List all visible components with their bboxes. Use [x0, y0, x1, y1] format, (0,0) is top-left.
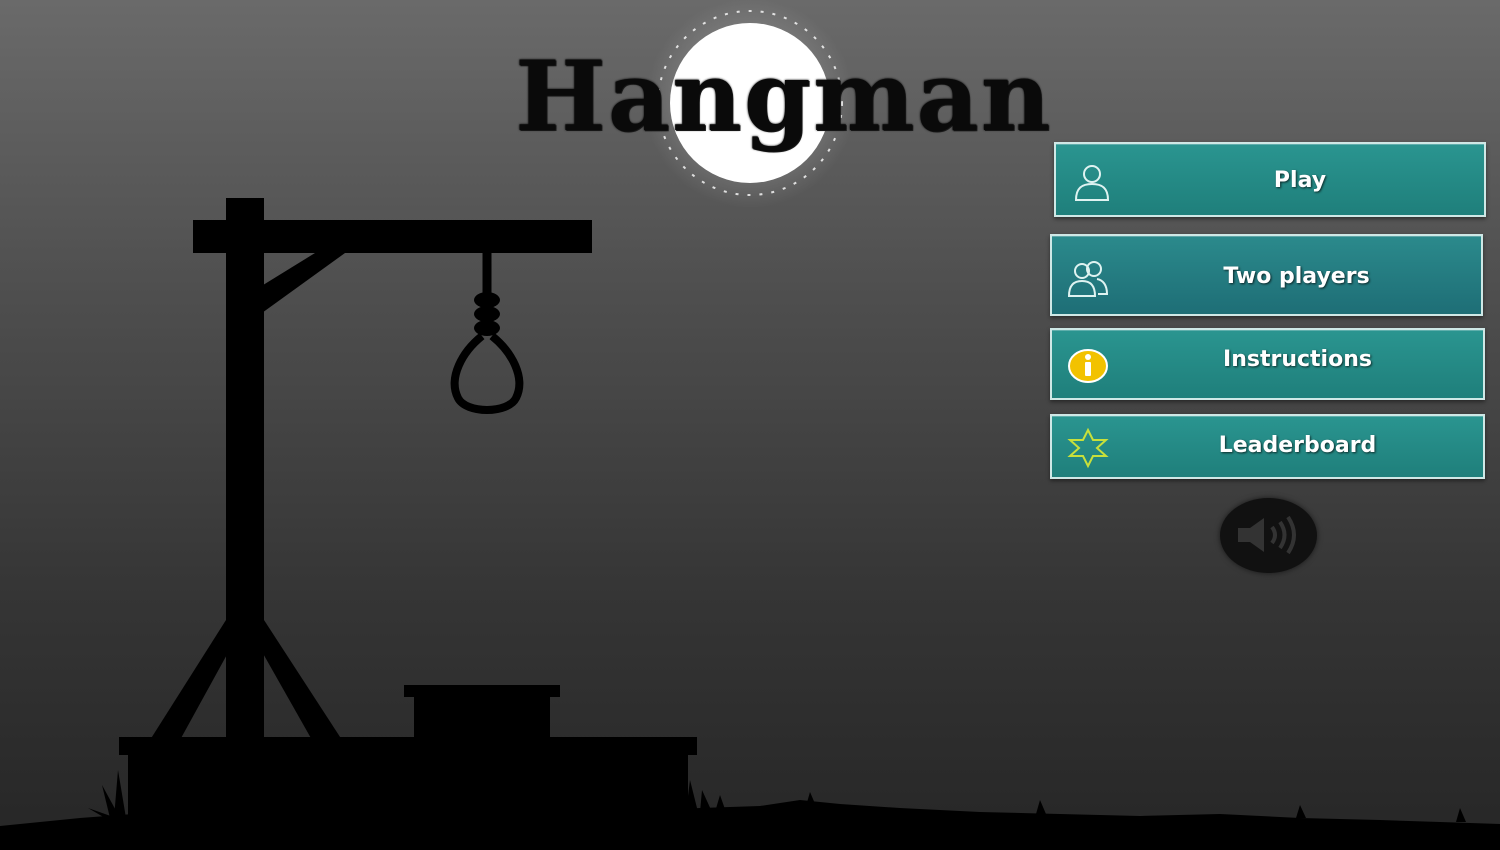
- speaker-icon: [1238, 515, 1296, 555]
- gallows-silhouette: [119, 198, 697, 822]
- leaderboard-button[interactable]: Leaderboard: [1050, 414, 1485, 479]
- single-user-icon: [1074, 165, 1110, 201]
- two-players-button[interactable]: Two players: [1050, 234, 1483, 316]
- play-button[interactable]: Play: [1054, 142, 1486, 217]
- two-users-icon: [1067, 261, 1109, 297]
- instructions-button-label: Instructions: [1223, 347, 1372, 372]
- instructions-button[interactable]: Instructions: [1050, 328, 1485, 400]
- sound-toggle-button[interactable]: [1220, 498, 1317, 573]
- play-button-label: Play: [1273, 168, 1327, 193]
- noose-icon: [450, 252, 524, 414]
- star-icon: [1067, 427, 1109, 469]
- two-players-button-label: Two players: [1223, 264, 1370, 289]
- leaderboard-button-label: Leaderboard: [1218, 433, 1377, 458]
- game-title: Hangman: [515, 40, 1053, 153]
- info-icon: [1068, 349, 1108, 383]
